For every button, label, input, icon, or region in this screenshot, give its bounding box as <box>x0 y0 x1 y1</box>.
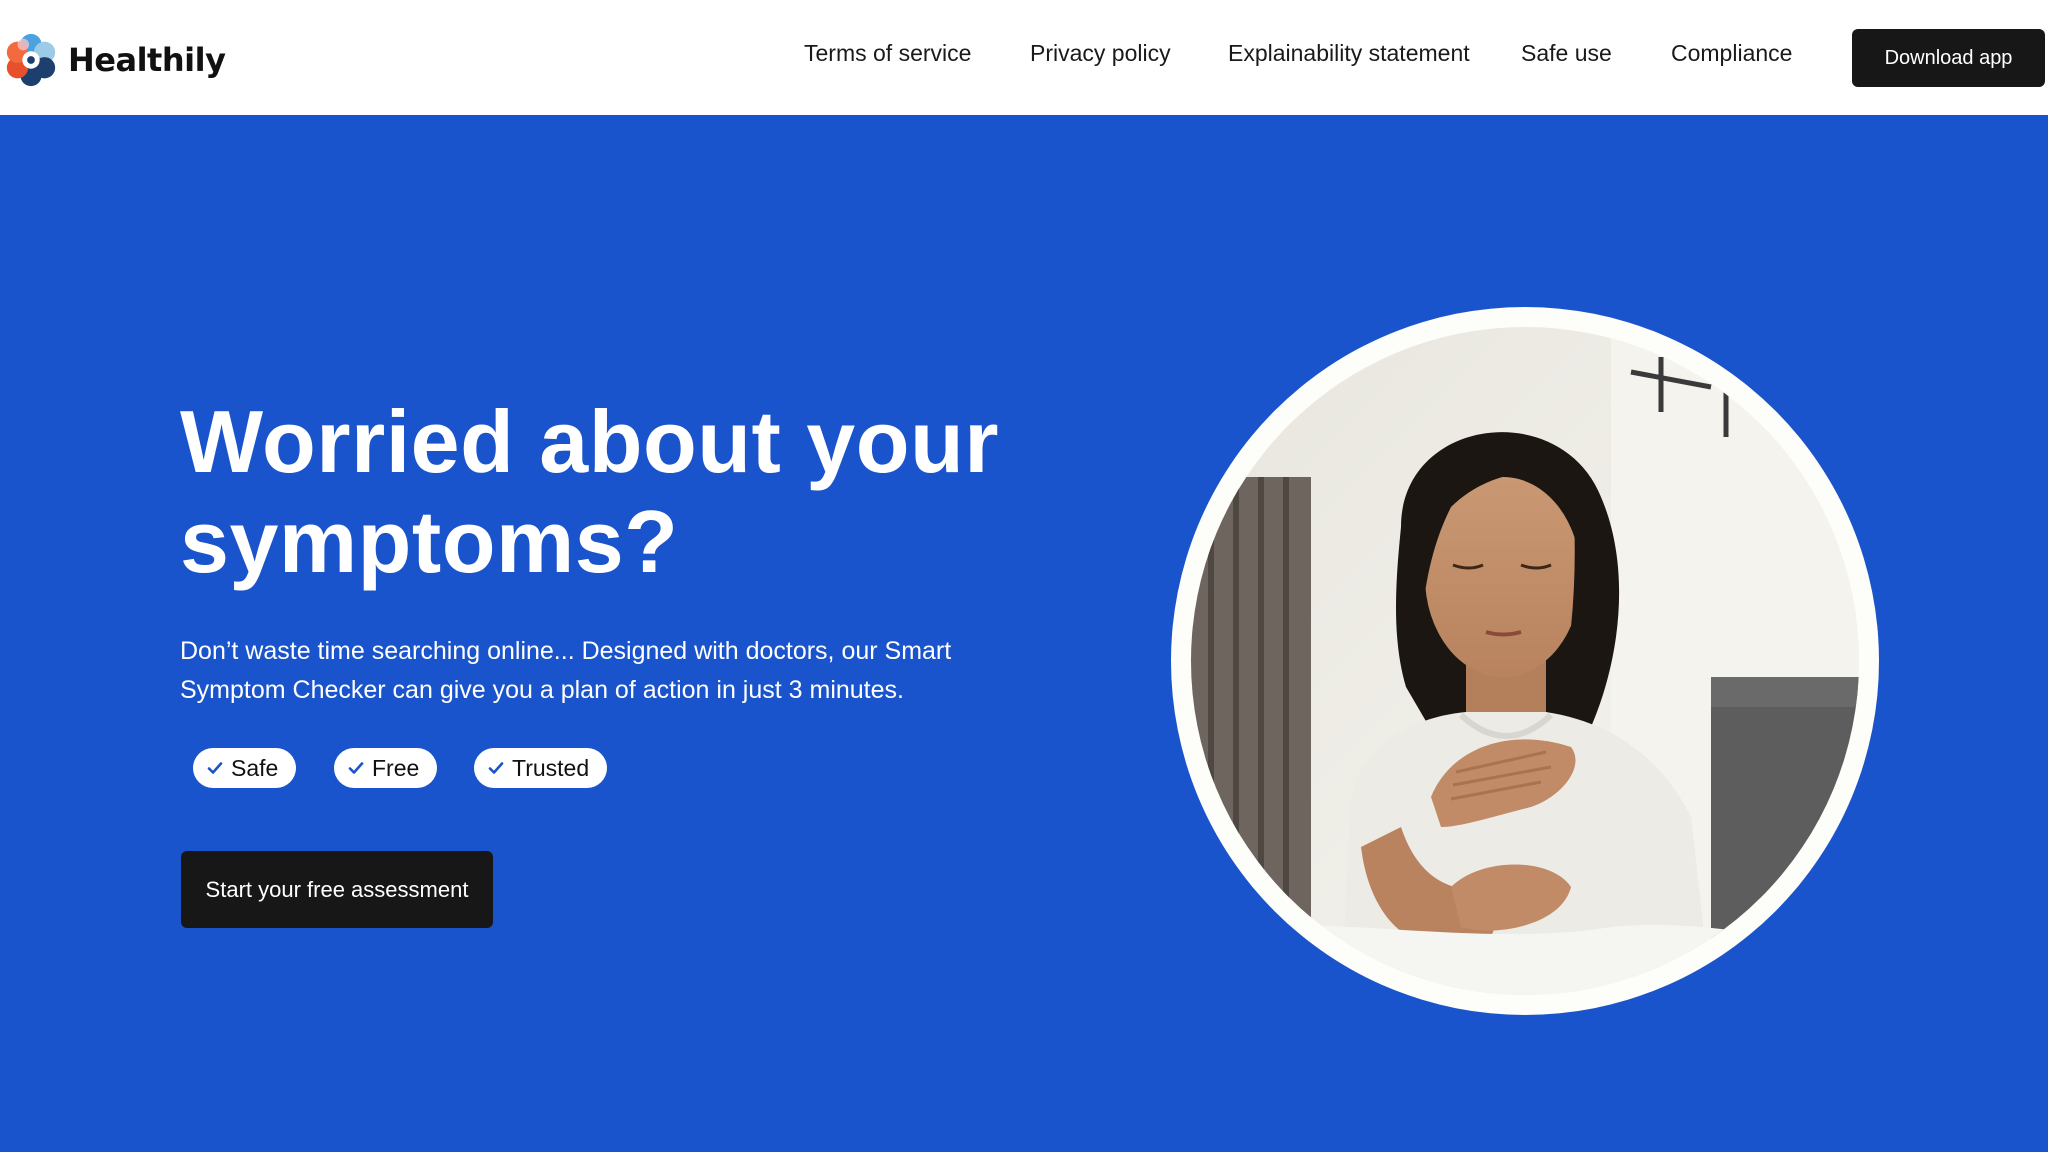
badge-label: Safe <box>231 754 279 781</box>
nav-privacy-policy[interactable]: Privacy policy <box>1030 40 1171 67</box>
hero-subtitle: Don’t waste time searching online... Des… <box>180 632 980 710</box>
nav-compliance[interactable]: Compliance <box>1671 40 1792 67</box>
woman-holding-chest-photo <box>1191 327 1859 995</box>
main-nav: Terms of service Privacy policy Explaina… <box>0 0 2048 115</box>
badge-label: Free <box>372 754 420 781</box>
badge-trusted: Trusted <box>474 748 608 788</box>
badge-safe: Safe <box>193 748 297 788</box>
download-app-button[interactable]: Download app <box>1852 29 2045 87</box>
nav-safe-use[interactable]: Safe use <box>1521 40 1612 67</box>
start-assessment-button[interactable]: Start your free assessment <box>181 851 493 928</box>
hero-photo-illustration <box>1191 327 1859 995</box>
hero-subtitle-line-1: Don’t waste time searching online... Des… <box>180 637 952 665</box>
hero-title-line-1: Worried about your <box>180 392 999 491</box>
hero-subtitle-line-2: Symptom Checker can give you a plan of a… <box>180 676 904 704</box>
hero-title-line-2: symptoms? <box>180 492 679 591</box>
badge-free: Free <box>334 748 438 788</box>
check-icon <box>488 762 504 774</box>
hero-title: Worried about your symptoms? <box>180 392 1080 592</box>
site-header: Healthily Terms of service Privacy polic… <box>0 0 2048 115</box>
check-icon <box>207 762 223 774</box>
check-icon <box>348 762 364 774</box>
nav-explainability-statement[interactable]: Explainability statement <box>1228 40 1470 67</box>
nav-terms-of-service[interactable]: Terms of service <box>804 40 971 67</box>
badge-label: Trusted <box>512 754 590 781</box>
